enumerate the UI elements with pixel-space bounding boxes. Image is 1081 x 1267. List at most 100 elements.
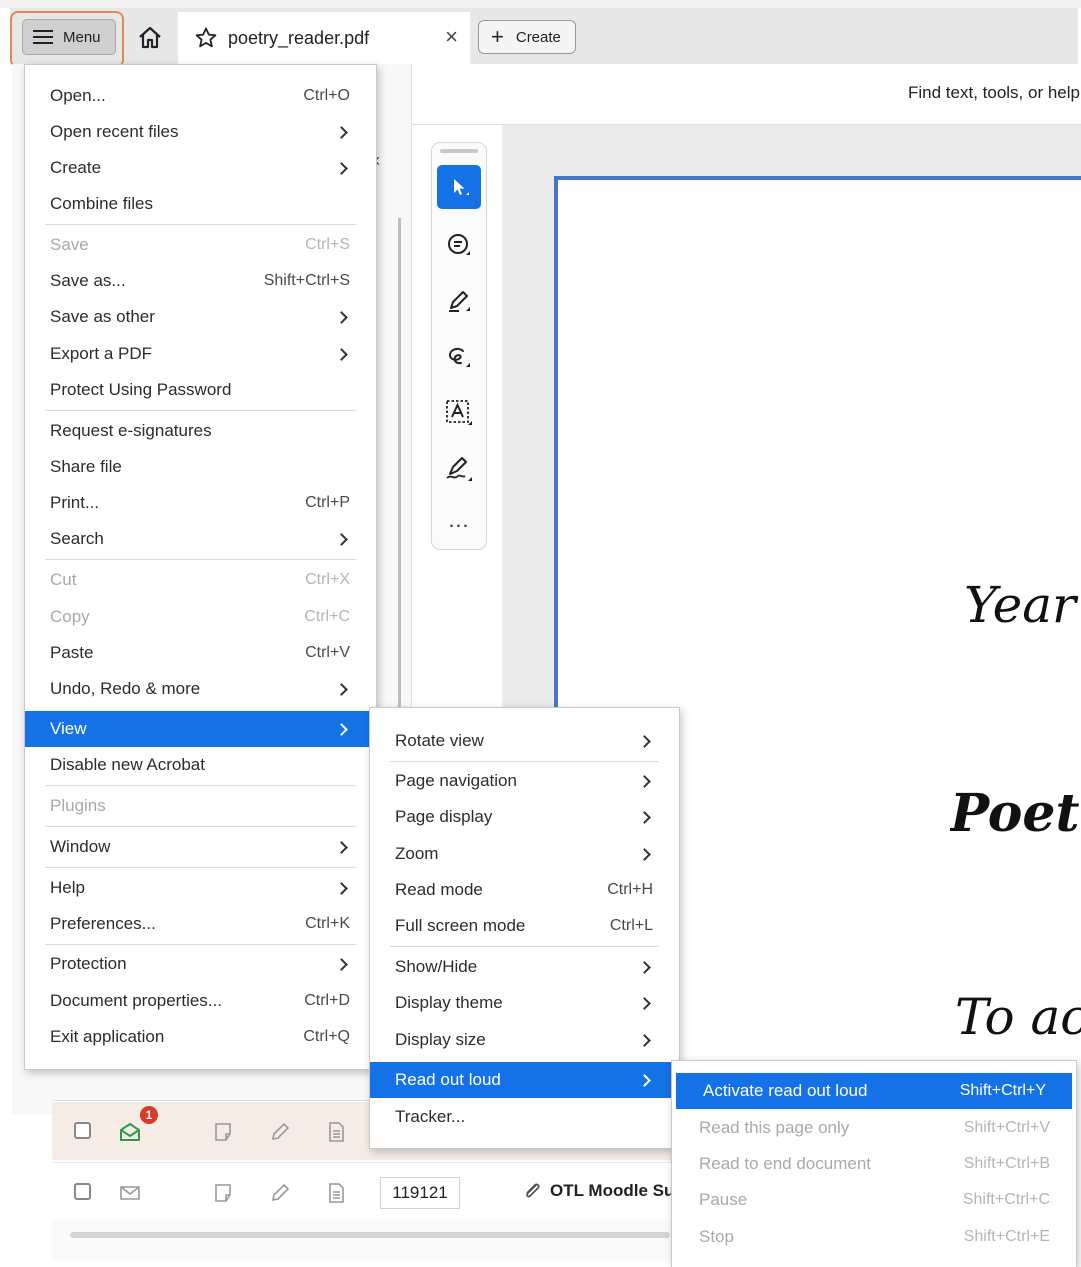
edit-icon[interactable] (268, 1181, 292, 1205)
tool-rail-grip[interactable] (440, 149, 478, 153)
plus-icon: + (491, 24, 504, 49)
chevron-right-icon (335, 347, 348, 361)
menu-item-show-hide[interactable]: Show/Hide (370, 949, 679, 985)
menu-item-open[interactable]: Open... Ctrl+O (25, 78, 376, 114)
select-tool[interactable] (437, 165, 481, 209)
menu-item-stop: Stop Shift+Ctrl+E (699, 1227, 1050, 1246)
menu-item-cut: Cut Ctrl+X (50, 570, 350, 589)
row-subject[interactable]: OTL Moodle Su (550, 1181, 678, 1201)
menu-separator (45, 410, 356, 411)
menu-item-rotate-view[interactable]: Rotate view (370, 723, 679, 759)
menu-item-save-as[interactable]: Save as... Shift+Ctrl+S (25, 263, 376, 299)
text-recognition-tool[interactable] (437, 391, 481, 435)
chevron-right-icon (638, 847, 651, 861)
draw-tool[interactable] (437, 335, 481, 379)
chevron-right-icon (638, 1033, 651, 1047)
menu-item-undo-redo[interactable]: Undo, Redo & more (25, 671, 376, 707)
horizontal-scrollbar[interactable] (70, 1232, 670, 1238)
menu-item-exit-application[interactable]: Exit application Ctrl+Q (25, 1019, 376, 1055)
menu-item-preferences[interactable]: Preferences... Ctrl+K (25, 906, 376, 942)
menu-item-view[interactable]: View (25, 711, 376, 747)
menu-item-display-theme[interactable]: Display theme (370, 985, 679, 1021)
menu-item-disable-new-acrobat[interactable]: Disable new Acrobat (25, 747, 376, 783)
menu-item-document-properties[interactable]: Document properties... Ctrl+D (25, 983, 376, 1019)
menu-item-create[interactable]: Create (25, 150, 376, 186)
read-out-loud-submenu: Activate read out loud Shift+Ctrl+Y Read … (671, 1060, 1077, 1267)
menu-item-protection[interactable]: Protection (25, 946, 376, 982)
chevron-right-icon (638, 810, 651, 824)
menu-item-read-mode[interactable]: Read mode Ctrl+H (370, 872, 679, 908)
paperclip-icon (526, 1183, 540, 1198)
menu-item-share-file[interactable]: Share file (25, 449, 376, 485)
menu-item-page-display[interactable]: Page display (370, 799, 679, 835)
more-tools-button[interactable]: … (437, 503, 481, 547)
highlight-tool[interactable] (437, 279, 481, 323)
menu-item-full-screen-mode[interactable]: Full screen mode Ctrl+L (370, 908, 679, 944)
more-icon: … (447, 507, 471, 532)
menu-item-read-this-page: Read this page only Shift+Ctrl+V (699, 1118, 1050, 1137)
comment-tool[interactable] (437, 223, 481, 267)
menu-item-activate-read-out-loud[interactable]: Activate read out loud Shift+Ctrl+Y (676, 1073, 1072, 1109)
menu-separator (390, 761, 659, 762)
menu-item-pause: Pause Shift+Ctrl+C (699, 1190, 1050, 1209)
menu-separator (390, 946, 659, 947)
document-heading-to: To ac (955, 988, 1081, 1046)
document-heading-year: Year (964, 576, 1076, 634)
home-button[interactable] (132, 20, 168, 56)
chevron-right-icon (638, 774, 651, 788)
menu-separator (45, 944, 356, 945)
chevron-right-icon (335, 722, 348, 736)
chevron-right-icon (638, 734, 651, 748)
window-top-strip (0, 0, 1081, 8)
document-icon[interactable] (324, 1181, 348, 1205)
row-checkbox[interactable] (74, 1122, 91, 1139)
menu-item-protect-password[interactable]: Protect Using Password (25, 372, 376, 408)
menu-item-combine-files[interactable]: Combine files (25, 186, 376, 222)
menu-item-zoom[interactable]: Zoom (370, 836, 679, 872)
create-button[interactable]: + Create (478, 20, 576, 54)
menu-item-plugins: Plugins (50, 796, 106, 815)
menu-item-display-size[interactable]: Display size (370, 1022, 679, 1058)
chevron-right-icon (335, 682, 348, 696)
menu-item-read-out-loud[interactable]: Read out loud (370, 1062, 679, 1098)
chevron-right-icon (335, 125, 348, 139)
menu-item-export-pdf[interactable]: Export a PDF (25, 336, 376, 372)
menu-item-help[interactable]: Help (25, 870, 376, 906)
menu-item-save-as-other[interactable]: Save as other (25, 299, 376, 335)
create-button-label: Create (515, 28, 561, 46)
edit-icon[interactable] (268, 1120, 292, 1144)
pen-icon (449, 291, 470, 312)
table-row[interactable]: 119121 OTL Moodle Su (52, 1162, 680, 1220)
menu-separator (45, 559, 356, 560)
menu-item-window[interactable]: Window (25, 829, 376, 865)
home-icon (139, 26, 161, 49)
document-tab[interactable]: poetry_reader.pdf × (178, 12, 470, 64)
menu-item-paste[interactable]: Paste Ctrl+V (25, 635, 376, 671)
menu-button[interactable]: Menu (22, 19, 116, 55)
menu-item-tracker[interactable]: Tracker... (370, 1099, 679, 1135)
menu-button-label: Menu (63, 28, 101, 46)
document-tab-title: poetry_reader.pdf (228, 27, 370, 48)
menu-item-open-recent[interactable]: Open recent files (25, 114, 376, 150)
document-icon[interactable] (324, 1120, 348, 1144)
menu-item-request-esignatures[interactable]: Request e-signatures (25, 413, 376, 449)
left-panel-scrollbar[interactable] (398, 218, 401, 708)
menu-item-print[interactable]: Print... Ctrl+P (25, 485, 376, 521)
note-icon[interactable] (212, 1120, 236, 1144)
record-id: 119121 (380, 1177, 460, 1209)
close-tab-icon[interactable]: × (445, 24, 458, 50)
sign-tool[interactable] (437, 447, 481, 491)
envelope-open-icon (120, 1122, 140, 1141)
tool-rail: … (431, 142, 487, 550)
menu-item-page-navigation[interactable]: Page navigation (370, 763, 679, 799)
main-menu: Open... Ctrl+O Open recent files Create C… (24, 64, 377, 1070)
note-icon[interactable] (212, 1181, 236, 1205)
star-icon[interactable] (194, 26, 218, 50)
menu-item-search[interactable]: Search (25, 521, 376, 557)
envelope-icon (120, 1186, 140, 1200)
row-checkbox[interactable] (74, 1183, 91, 1200)
hamburger-icon (33, 30, 53, 44)
unread-badge: 1 (140, 1106, 158, 1124)
find-tools-search[interactable]: Find text, tools, or help (908, 83, 1081, 103)
menu-separator (45, 224, 356, 225)
